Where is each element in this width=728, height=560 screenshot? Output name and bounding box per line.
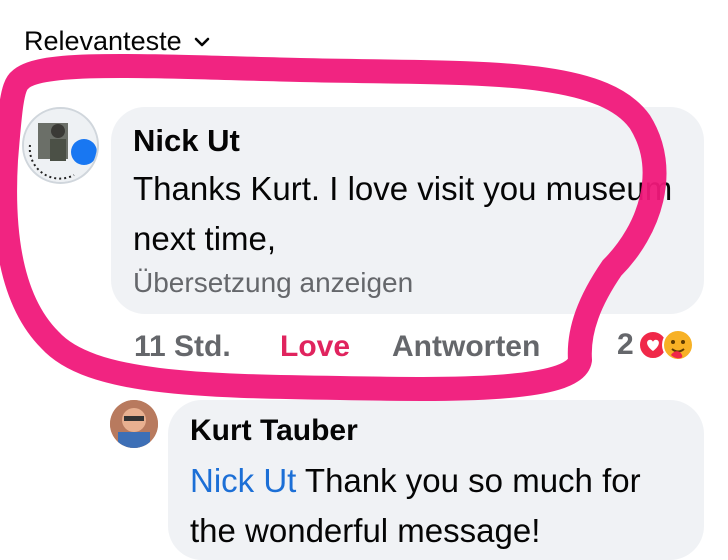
sort-dropdown[interactable]: Relevanteste — [24, 26, 212, 57]
comment-text: Thanks Kurt. I love visit you museum nex… — [133, 170, 673, 257]
sort-label: Relevanteste — [24, 26, 182, 56]
avatar-kurt-tauber[interactable] — [110, 400, 158, 448]
reaction-count: 2 — [617, 328, 634, 361]
comment-bubble: Nick Ut Thanks Kurt. I love visit you mu… — [111, 107, 704, 314]
reply-author[interactable]: Kurt Tauber — [190, 414, 358, 448]
reply-button[interactable]: Antworten — [392, 330, 540, 364]
avatar-image — [24, 109, 97, 182]
reply-text: Nick Ut Thank you so much for the wonder… — [190, 456, 690, 556]
reaction-summary[interactable]: 2 — [617, 328, 694, 362]
chevron-down-icon — [194, 37, 209, 46]
reply-bubble: Kurt Tauber Nick Ut Thank you so much fo… — [168, 400, 704, 560]
mention-link[interactable]: Nick Ut — [190, 462, 296, 499]
comment-actions: 11 Std. Love Antworten — [134, 330, 540, 364]
care-icon — [661, 329, 694, 361]
translate-link[interactable]: Übersetzung anzeigen — [133, 267, 413, 299]
love-button[interactable]: Love — [280, 330, 392, 364]
comment-author[interactable]: Nick Ut — [133, 123, 240, 159]
avatar-nick-ut[interactable] — [22, 107, 99, 184]
avatar-image — [110, 400, 158, 448]
comment-time[interactable]: 11 Std. — [134, 330, 280, 364]
